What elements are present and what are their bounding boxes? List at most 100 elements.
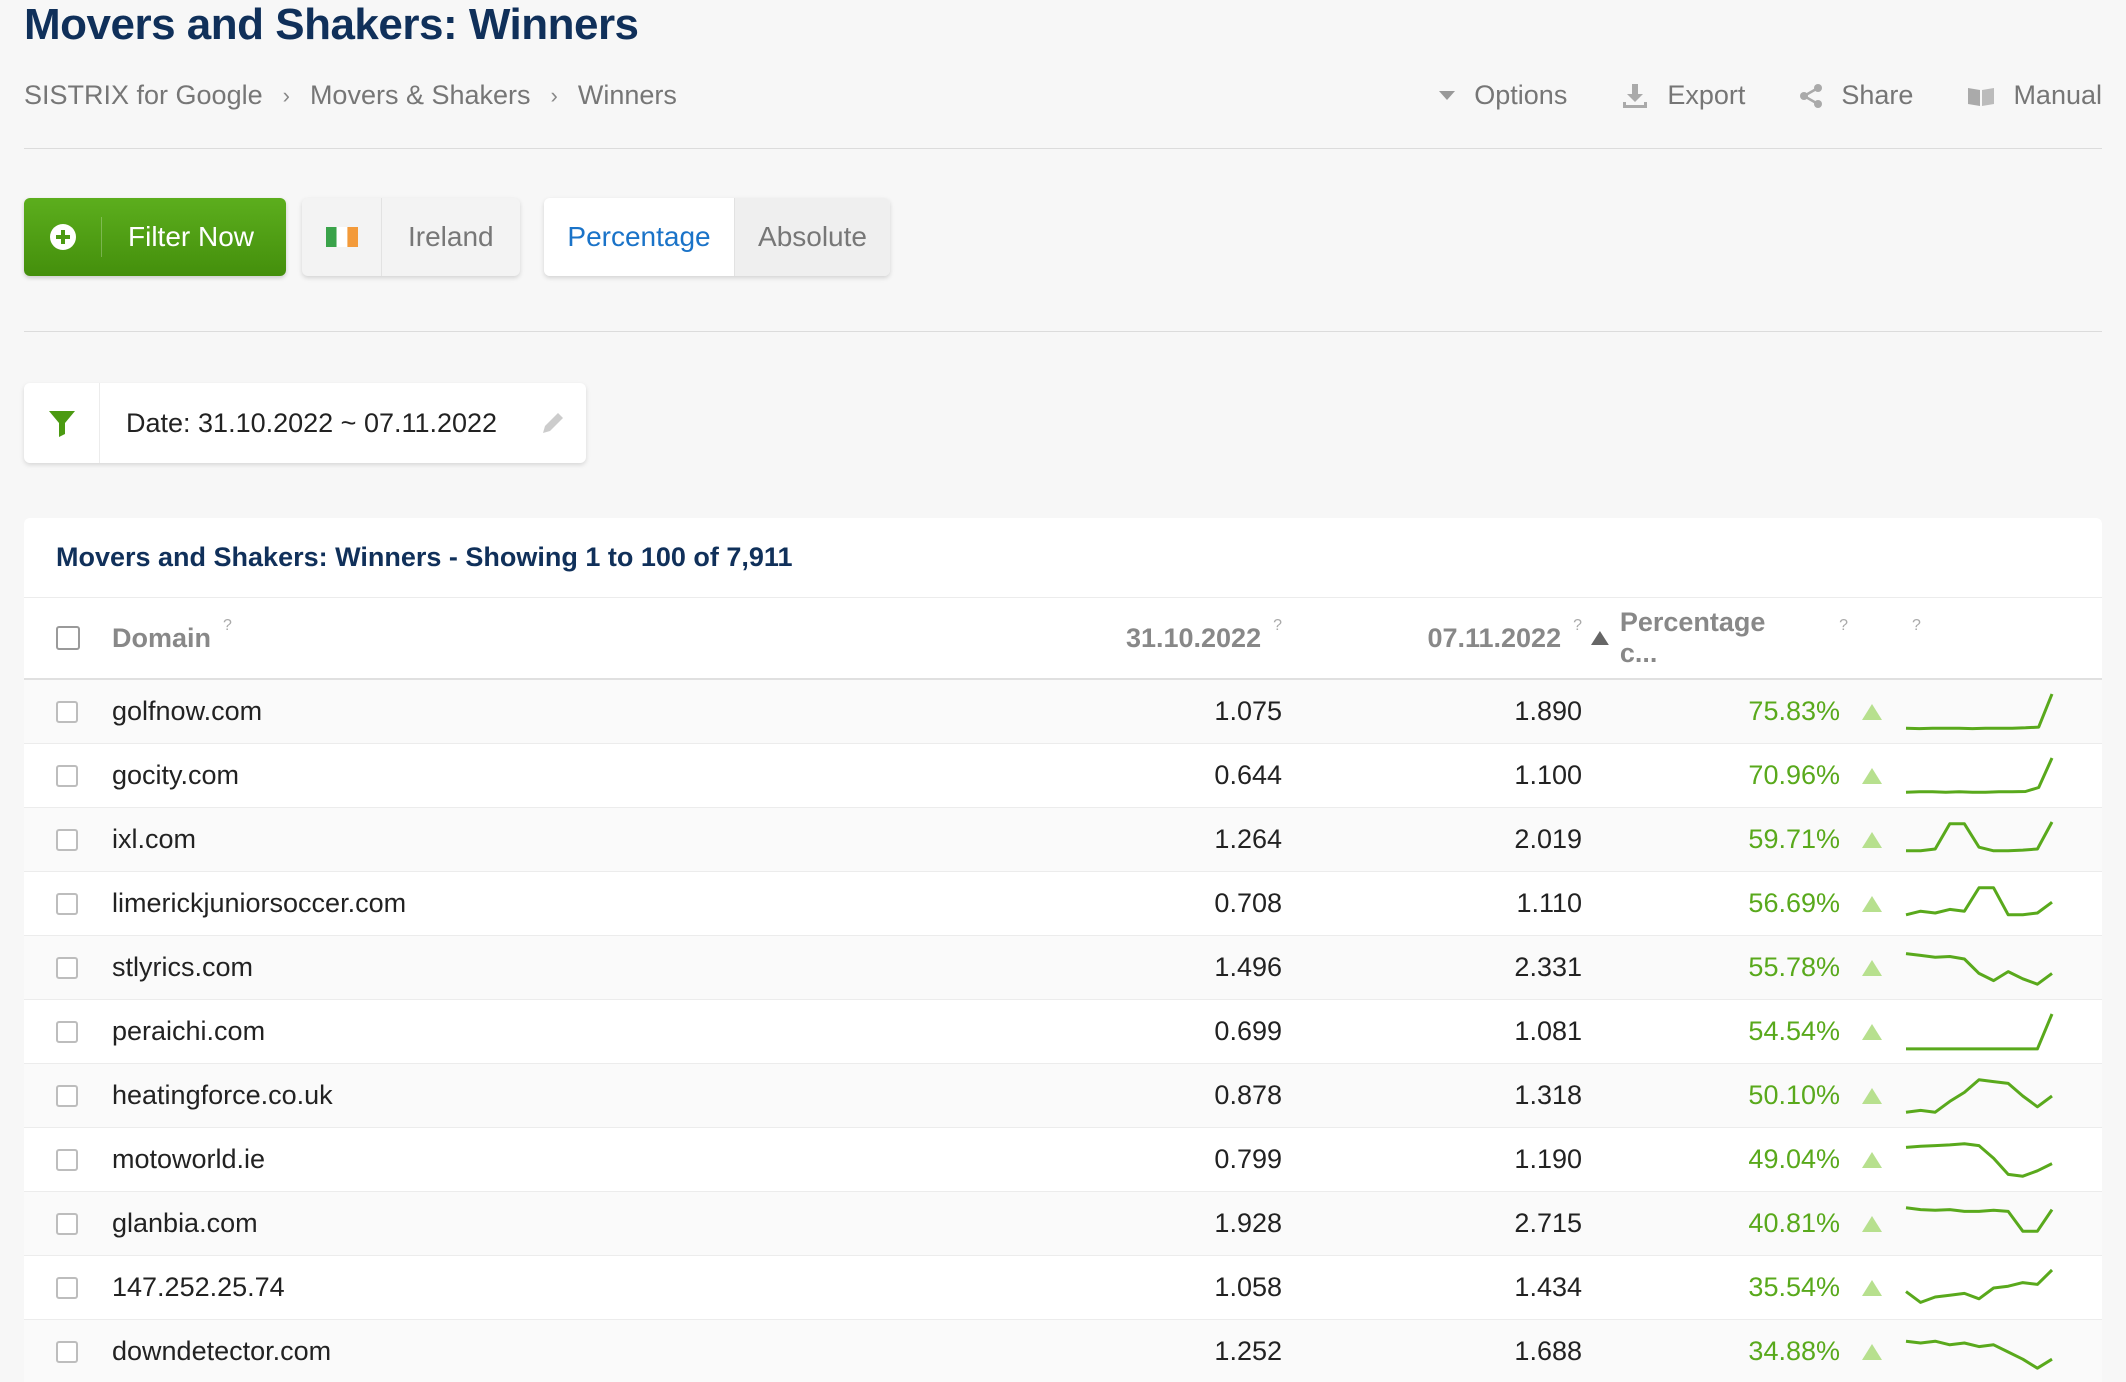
value-date2-cell: 1.434 (1514, 1272, 1582, 1302)
domain-cell[interactable]: stlyrics.com (112, 936, 253, 999)
table-row[interactable]: ixl.com 1.264 2.019 59.71% (24, 808, 2102, 872)
value-date2-cell: 1.190 (1514, 1144, 1582, 1174)
share-button[interactable]: Share (1799, 80, 1913, 111)
table-row[interactable]: downdetector.com 1.252 1.688 34.88% (24, 1320, 2102, 1382)
breadcrumb: SISTRIX for Google › Movers & Shakers › … (24, 80, 677, 111)
absolute-tab[interactable]: Absolute (734, 198, 890, 276)
breadcrumb-item-movers[interactable]: Movers & Shakers (310, 80, 531, 111)
col-percentage-change[interactable]: Percentage c... ? (1590, 598, 1848, 678)
row-checkbox[interactable] (56, 1148, 78, 1171)
trend-up-icon (1852, 1000, 1892, 1063)
value-date2-cell: 1.100 (1514, 760, 1582, 790)
row-checkbox[interactable] (56, 700, 78, 723)
row-checkbox[interactable] (56, 764, 78, 787)
table-header: Domain? 31.10.2022? 07.11.2022? Percenta… (24, 598, 2102, 680)
row-checkbox[interactable] (56, 828, 78, 851)
value-date2-cell: 1.890 (1514, 696, 1582, 726)
sparkline-chart[interactable] (1904, 936, 2054, 999)
row-checkbox-cell (56, 744, 80, 807)
download-icon (1623, 83, 1648, 108)
table-row[interactable]: limerickjuniorsoccer.com 0.708 1.110 56.69% (24, 872, 2102, 936)
sparkline-chart[interactable] (1904, 1256, 2054, 1319)
row-checkbox-cell (56, 1192, 80, 1255)
row-checkbox[interactable] (56, 1340, 78, 1363)
percentage-change-cell: 55.78% (1748, 952, 1840, 982)
row-checkbox-cell (56, 936, 80, 999)
options-button[interactable]: Options (1438, 80, 1567, 111)
row-checkbox-cell (56, 1000, 80, 1063)
row-checkbox[interactable] (56, 892, 78, 915)
row-checkbox-cell (56, 808, 80, 871)
domain-cell[interactable]: glanbia.com (112, 1192, 258, 1255)
table-row[interactable]: gocity.com 0.644 1.100 70.96% (24, 744, 2102, 808)
export-label: Export (1667, 80, 1746, 110)
country-selector[interactable]: Ireland (302, 198, 520, 276)
breadcrumb-item-winners[interactable]: Winners (578, 80, 677, 111)
row-checkbox[interactable] (56, 956, 78, 979)
caret-down-icon (1439, 90, 1456, 100)
row-checkbox-cell (56, 1064, 80, 1127)
sparkline-chart[interactable] (1904, 808, 2054, 871)
value-date2-cell: 2.715 (1514, 1208, 1582, 1238)
trend-up-icon (1852, 1320, 1892, 1382)
mode-toggle: Percentage Absolute (544, 198, 890, 276)
row-checkbox[interactable] (56, 1212, 78, 1235)
table-row[interactable]: stlyrics.com 1.496 2.331 55.78% (24, 936, 2102, 1000)
table-row[interactable]: motoworld.ie 0.799 1.190 49.04% (24, 1128, 2102, 1192)
help-icon[interactable]: ? (223, 617, 232, 635)
options-label: Options (1474, 80, 1568, 110)
sparkline-chart[interactable] (1904, 1064, 2054, 1127)
sparkline-chart[interactable] (1904, 680, 2054, 743)
winners-table-card: Movers and Shakers: Winners - Showing 1 … (24, 518, 2102, 1382)
row-checkbox-cell (56, 1128, 80, 1191)
row-checkbox[interactable] (56, 1276, 78, 1299)
col-date2[interactable]: 07.11.2022? (1204, 598, 1582, 678)
sparkline-chart[interactable] (1904, 1320, 2054, 1382)
toolbar: Options Export Share Manual (1384, 80, 2102, 111)
row-checkbox[interactable] (56, 1020, 78, 1043)
col-domain[interactable]: Domain? (112, 598, 232, 678)
date-filter-chip[interactable]: Date: 31.10.2022 ~ 07.11.2022 (24, 383, 586, 463)
percentage-tab[interactable]: Percentage (544, 198, 734, 276)
domain-cell[interactable]: golfnow.com (112, 680, 262, 743)
percentage-change-cell: 54.54% (1748, 1016, 1840, 1046)
table-row[interactable]: peraichi.com 0.699 1.081 54.54% (24, 1000, 2102, 1064)
filter-now-button[interactable]: Filter Now (24, 198, 286, 276)
country-label: Ireland (408, 221, 494, 252)
domain-cell[interactable]: peraichi.com (112, 1000, 265, 1063)
trend-up-icon (1852, 872, 1892, 935)
table-row[interactable]: golfnow.com 1.075 1.890 75.83% (24, 680, 2102, 744)
domain-cell[interactable]: motoworld.ie (112, 1128, 265, 1191)
pencil-icon[interactable] (540, 410, 566, 436)
help-icon[interactable]: ? (1573, 617, 1582, 635)
value-date2-cell: 1.318 (1514, 1080, 1582, 1110)
export-button[interactable]: Export (1621, 80, 1745, 111)
trend-up-icon (1852, 1064, 1892, 1127)
domain-cell[interactable]: 147.252.25.74 (112, 1256, 285, 1319)
sparkline-chart[interactable] (1904, 1192, 2054, 1255)
sparkline-line (1905, 692, 2054, 730)
domain-cell[interactable]: gocity.com (112, 744, 239, 807)
domain-cell[interactable]: downdetector.com (112, 1320, 331, 1382)
row-checkbox[interactable] (56, 1084, 78, 1107)
table-row[interactable]: heatingforce.co.uk 0.878 1.318 50.10% (24, 1064, 2102, 1128)
sparkline-chart[interactable] (1904, 872, 2054, 935)
table-row[interactable]: 147.252.25.74 1.058 1.434 35.54% (24, 1256, 2102, 1320)
sparkline-chart[interactable] (1904, 744, 2054, 807)
help-icon[interactable]: ? (1912, 617, 1921, 635)
domain-cell[interactable]: ixl.com (112, 808, 196, 871)
table-row[interactable]: glanbia.com 1.928 2.715 40.81% (24, 1192, 2102, 1256)
sort-asc-icon (1590, 631, 1609, 645)
select-all-checkbox[interactable] (56, 626, 80, 650)
sparkline-chart[interactable] (1904, 1128, 2054, 1191)
breadcrumb-item-sistrix[interactable]: SISTRIX for Google (24, 80, 263, 111)
percentage-change-cell: 35.54% (1748, 1272, 1840, 1302)
sparkline-line (1905, 1205, 2054, 1233)
sparkline-chart[interactable] (1904, 1000, 2054, 1063)
domain-cell[interactable]: heatingforce.co.uk (112, 1064, 333, 1127)
row-checkbox-cell (56, 680, 80, 743)
help-icon[interactable]: ? (1839, 617, 1848, 635)
domain-cell[interactable]: limerickjuniorsoccer.com (112, 872, 406, 935)
percentage-change-cell: 49.04% (1748, 1144, 1840, 1174)
manual-button[interactable]: Manual (1967, 80, 2102, 111)
